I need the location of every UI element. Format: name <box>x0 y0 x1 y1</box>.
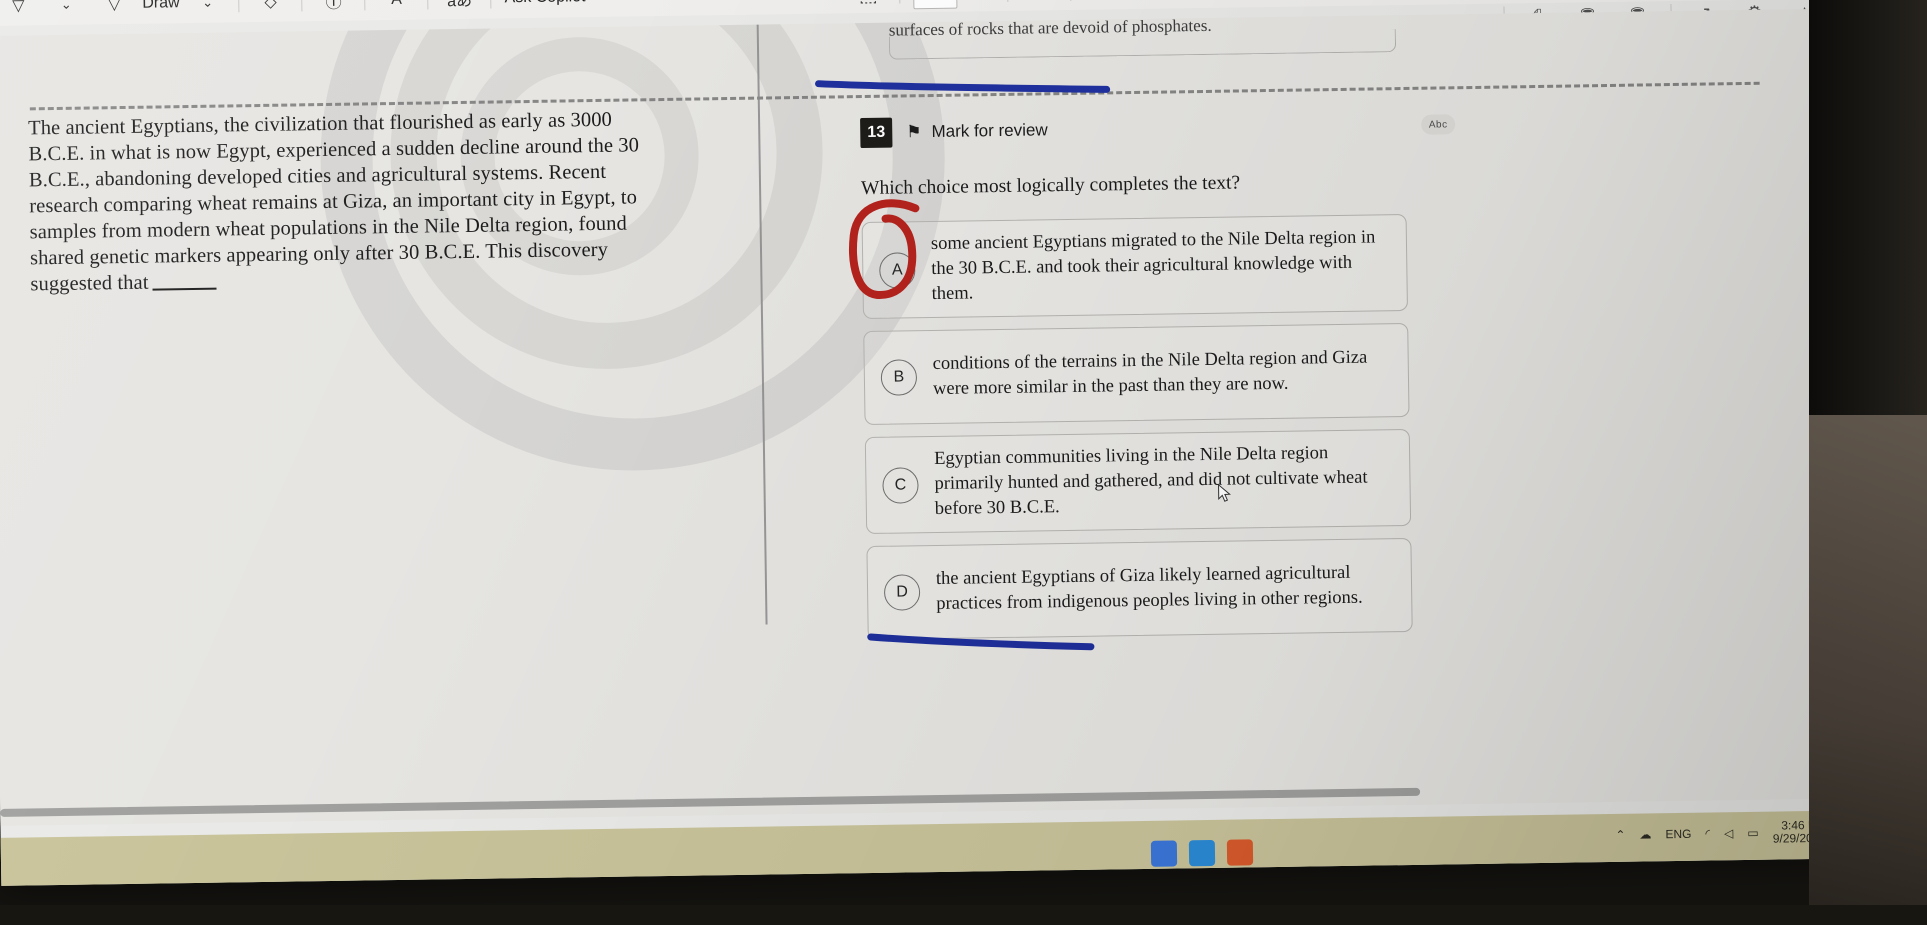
divider <box>364 0 366 11</box>
choice-text-b: conditions of the terrains in the Nile D… <box>932 347 1368 400</box>
dashed-separator <box>29 81 1760 111</box>
taskbar-app-icon[interactable] <box>1226 839 1254 866</box>
divider <box>490 0 492 9</box>
desk-background <box>1809 415 1927 925</box>
divider <box>427 0 429 10</box>
fit-page-icon[interactable]: ⬚ <box>844 0 892 11</box>
add-text-icon[interactable]: Ⓣ <box>309 0 357 18</box>
wifi-icon[interactable]: ◜ <box>1705 827 1710 841</box>
blue-underline-annotation <box>867 633 1095 651</box>
battery-icon[interactable]: ▭ <box>1747 826 1759 840</box>
column-divider <box>756 24 768 625</box>
choice-letter-d: D <box>883 574 921 611</box>
question-column: 13 ⚑ Mark for review Abc Which choice mo… <box>849 110 1456 651</box>
answer-choice-b[interactable]: B conditions of the terrains in the Nile… <box>863 322 1410 426</box>
taskbar-app-icon[interactable] <box>1150 840 1178 867</box>
divider <box>899 0 901 4</box>
divider <box>301 0 303 12</box>
choice-letter-c: C <box>882 466 919 504</box>
volume-icon[interactable]: ◁ <box>1724 826 1733 840</box>
blank-underline <box>152 287 217 291</box>
onedrive-cloud-icon[interactable]: ☁ <box>1639 827 1651 841</box>
question-number-badge: 13 <box>860 117 893 149</box>
pen-tool[interactable]: ▽ <box>0 0 43 23</box>
choice-text-c: Egyptian communities living in the Nile … <box>933 443 1368 520</box>
answer-choice-c[interactable]: C Egyptian communities living in the Nil… <box>864 428 1412 535</box>
pdf-document-viewport[interactable]: surfaces of rocks that are devoid of pho… <box>0 8 1881 826</box>
mark-for-review-label: Mark for review <box>931 120 1048 142</box>
page-view-icon[interactable]: ❐ <box>1078 0 1126 8</box>
divider <box>1070 0 1072 1</box>
divider <box>1007 0 1009 2</box>
choice-text-d: the ancient Egyptians of Giza likely lea… <box>935 562 1363 614</box>
answer-choices: A some ancient Egyptians migrated to the… <box>849 199 1413 651</box>
abc-badge[interactable]: Abc <box>1421 114 1456 135</box>
divider <box>238 0 240 13</box>
page-number-input[interactable]: 13 <box>912 0 958 10</box>
read-aloud-icon[interactable]: A <box>372 0 420 17</box>
draw-tools-group: ▽ ⌄ ▽ Draw ⌄ ◇ Ⓣ A aあ Ask Copilot <box>0 0 586 23</box>
ask-copilot-button[interactable]: Ask Copilot <box>498 0 585 7</box>
choice-letter-a: A <box>879 251 916 289</box>
taskbar-app-icon[interactable] <box>1188 839 1216 867</box>
question-header: 13 ⚑ Mark for review Abc <box>860 110 1456 149</box>
passage-body: The ancient Egyptians, the civilization … <box>27 108 640 296</box>
pdf-page-controls: − + ⬚ 13 of 43 ↻ ❐ <box>748 0 1127 13</box>
question-prompt: Which choice most logically completes th… <box>860 172 1241 200</box>
draw-label[interactable]: Draw <box>138 0 184 13</box>
taskbar-pinned-apps <box>1150 839 1254 867</box>
horizontal-scroll-thumb[interactable] <box>0 787 1421 817</box>
laptop-screen-photo: ▽ ⌄ ▽ Draw ⌄ ◇ Ⓣ A aあ Ask Copilot − + ⬚ <box>0 0 1927 925</box>
rotate-icon[interactable]: ↻ <box>1015 0 1063 9</box>
mark-for-review-button[interactable]: ⚑ Mark for review <box>906 120 1048 142</box>
passage-text: The ancient Egyptians, the civilization … <box>28 106 671 297</box>
translate-icon[interactable]: aあ <box>435 0 483 16</box>
zoom-in-button[interactable]: + <box>796 0 844 12</box>
eraser-icon[interactable]: ◇ <box>246 0 294 19</box>
choice-letter-b: B <box>880 359 918 396</box>
screen-bezel-bottom <box>0 905 1927 925</box>
pen-chevron-down-icon[interactable]: ⌄ <box>42 0 90 22</box>
answer-choice-a[interactable]: A some ancient Egyptians migrated to the… <box>849 199 1408 320</box>
language-indicator[interactable]: ENG <box>1665 827 1691 841</box>
page-total-label: of 43 <box>963 0 997 1</box>
answer-choice-d[interactable]: D the ancient Egyptians of Giza likely l… <box>866 537 1413 651</box>
screen-content: ▽ ⌄ ▽ Draw ⌄ ◇ Ⓣ A aあ Ask Copilot − + ⬚ <box>0 0 1882 886</box>
zoom-out-button[interactable]: − <box>748 0 796 13</box>
horizontal-scrollbar[interactable] <box>0 781 1850 817</box>
highlighter-tool[interactable]: ▽ <box>90 0 138 21</box>
tray-chevron-up-icon[interactable]: ⌃ <box>1615 828 1625 842</box>
draw-chevron-down-icon[interactable]: ⌄ <box>183 0 231 20</box>
choice-text-a: some ancient Egyptians migrated to the N… <box>930 227 1376 305</box>
bookmark-icon: ⚑ <box>906 122 922 142</box>
